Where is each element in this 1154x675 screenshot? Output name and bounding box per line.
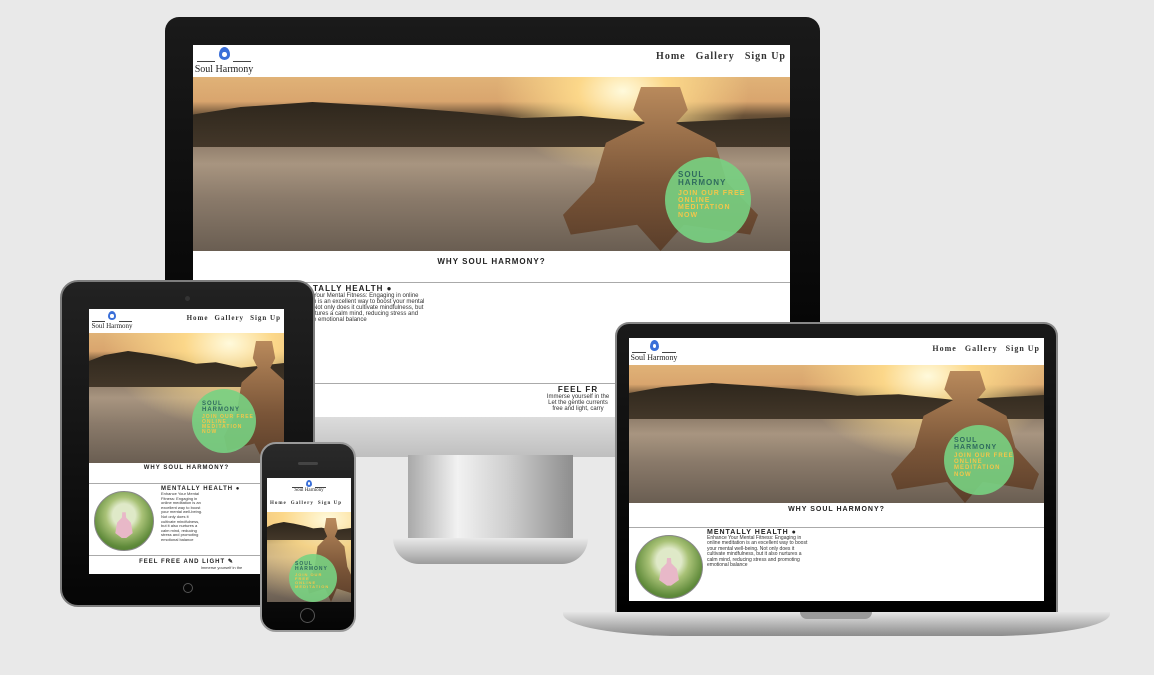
hero-cta-line-2: ONLINE (678, 197, 711, 205)
nav-gallery[interactable]: Gallery (965, 344, 998, 353)
nav-home[interactable]: Home (656, 51, 686, 62)
hero-title: SOUL HARMONY (678, 170, 727, 188)
nav-home[interactable]: Home (932, 344, 956, 353)
nav-gallery[interactable]: Gallery (215, 314, 245, 322)
nav-gallery[interactable]: Gallery (291, 501, 314, 506)
nav-sign-up[interactable]: Sign Up (745, 51, 786, 62)
hero-banner: SOUL HARMONY JOIN OUR FREE ONLINE MEDITA… (629, 365, 1044, 503)
yin-yang-drop-icon (306, 480, 312, 487)
yin-yang-drop-icon (108, 311, 116, 320)
laptop-notch (800, 612, 872, 619)
brain-icon: ● (386, 284, 393, 293)
feature1-title: TALLY HEALTH (313, 284, 384, 293)
feature2-title: FEEL FR (557, 385, 599, 394)
nav-home[interactable]: Home (270, 501, 287, 506)
laptop-screen: Soul Harmony Home Gallery Sign Up SOUL H… (629, 338, 1044, 601)
hero-cta-line-1: JOIN OUR FREE (678, 189, 746, 197)
section-divider (89, 555, 284, 556)
brain-icon: ● (235, 486, 241, 492)
phone-screen: Soul Harmony Home Gallery Sign Up SOUL H… (267, 478, 351, 602)
yin-yang-drop-icon (650, 340, 659, 351)
feature-mentally-health: TALLY HEALTH ● Your Mental Fitness: Enga… (313, 284, 425, 323)
tablet-camera (185, 296, 190, 301)
hero-cta-circle[interactable]: SOUL HARMONY JOIN OUR FREE ONLINE MEDITA… (192, 389, 256, 453)
yin-yang-drop-icon (219, 47, 230, 60)
tablet-logo[interactable]: Soul Harmony (89, 309, 135, 333)
phone-logo[interactable]: Soul Harmony (289, 478, 329, 498)
nav-sign-up[interactable]: Sign Up (318, 501, 342, 506)
hero-cta-line-4: NOW (678, 211, 699, 219)
hero-cta-circle[interactable]: SOUL HARMONY JOIN OUR FREE ONLINE MEDITA… (665, 157, 751, 243)
nav-gallery[interactable]: Gallery (696, 51, 735, 62)
phone-home-button[interactable] (300, 608, 315, 623)
monitor-stand-neck (408, 455, 573, 540)
feature-feel-free: FEEL FR Immerse yourself in the Let the … (533, 385, 623, 412)
meditation-thumbnail (635, 535, 703, 599)
nav-sign-up[interactable]: Sign Up (1006, 344, 1040, 353)
hero-cta-circle[interactable]: SOUL HARMONY JOIN OUR FREE ONLINE MEDITA… (289, 554, 337, 602)
laptop-logo[interactable]: Soul Harmony (629, 338, 679, 365)
site-logo[interactable]: Soul Harmony (193, 45, 255, 77)
tablet-screen: Soul Harmony Home Gallery Sign Up SOUL H… (89, 309, 284, 574)
hero-banner: SOUL HARMONY JOIN OUR FREE ONLINE MEDITA… (89, 333, 284, 463)
hero-banner: SOUL HARMONY JOIN OUR FREE ONLINE MEDITA… (267, 512, 351, 602)
nav-sign-up[interactable]: Sign Up (250, 314, 281, 322)
nav-home[interactable]: Home (187, 314, 209, 322)
hero-cta-line-3: MEDITATION (678, 204, 731, 212)
phone-speaker (298, 462, 318, 465)
hero-cta-circle[interactable]: SOUL HARMONY JOIN OUR FREE ONLINE MEDITA… (944, 425, 1014, 495)
hero-banner: SOUL HARMONY JOIN OUR FREE ONLINE MEDITA… (193, 77, 790, 251)
monitor-stand-base (393, 538, 588, 564)
tablet-home-button[interactable] (183, 583, 193, 593)
main-nav: Home Gallery Sign Up (656, 51, 786, 62)
logo-text: Soul Harmony (194, 64, 254, 75)
meditation-thumbnail (94, 491, 154, 551)
site-header: Soul Harmony Home Gallery Sign Up (193, 45, 790, 77)
